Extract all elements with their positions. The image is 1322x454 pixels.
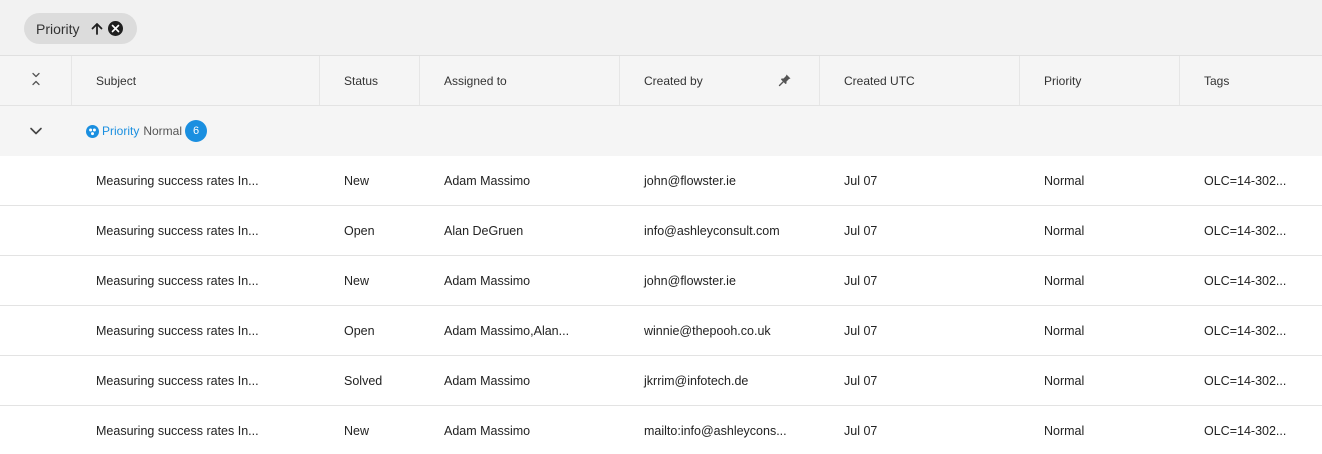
cell-assigned-to: Adam Massimo [444, 374, 531, 388]
cell-tags: OLC=14-302... [1204, 174, 1287, 188]
cell-created-utc: Jul 07 [844, 424, 878, 438]
arrow-up-icon[interactable] [90, 22, 104, 36]
cell-tags: OLC=14-302... [1204, 424, 1287, 438]
chevron-down-icon[interactable] [28, 123, 44, 139]
group-field: Priority [102, 124, 140, 138]
column-header-label: Assigned to [444, 73, 507, 88]
column-header-label: Tags [1204, 73, 1230, 88]
cell-created-by: mailto:info@ashleycons... [644, 424, 787, 438]
column-header-label: Status [344, 73, 379, 88]
group-icon [86, 124, 99, 138]
cell-priority: Normal [1044, 424, 1085, 438]
cell-tags: OLC=14-302... [1204, 324, 1287, 338]
cell-subject: Measuring success rates In... [96, 424, 259, 438]
column-header-label: Priority [1044, 73, 1082, 88]
cell-subject: Measuring success rates In... [96, 324, 259, 338]
cell-created-by: john@flowster.ie [644, 174, 736, 188]
cell-priority: Normal [1044, 224, 1085, 238]
cell-created-utc: Jul 07 [844, 224, 878, 238]
column-header-label: Created by [644, 73, 703, 88]
cell-tags: OLC=14-302... [1204, 274, 1287, 288]
cell-status: New [344, 174, 370, 188]
pin-icon[interactable] [778, 73, 792, 87]
group-row: Priority Normal 6 [0, 106, 1322, 156]
cell-assigned-to: Adam Massimo [444, 174, 531, 188]
cell-subject: Measuring success rates In... [96, 174, 259, 188]
table-row[interactable]: Measuring success rates In... Solved Adam … [0, 356, 1322, 406]
cell-assigned-to: Adam Massimo [444, 274, 531, 288]
column-header-assigned-to[interactable]: Assigned to [420, 56, 620, 105]
chip-label: Priority [36, 20, 80, 37]
cell-tags: OLC=14-302... [1204, 374, 1287, 388]
group-count-badge: 6 [185, 120, 208, 142]
close-circle-icon[interactable] [107, 21, 123, 36]
grouping-toolbar: Priority [0, 0, 1322, 56]
cell-status: New [344, 274, 370, 288]
cell-created-utc: Jul 07 [844, 174, 878, 188]
cell-priority: Normal [1044, 324, 1085, 338]
table-row[interactable]: Measuring success rates In... New Adam Mas… [0, 256, 1322, 306]
table-row[interactable]: Measuring success rates In... New Adam Mas… [0, 156, 1322, 206]
cell-assigned-to: Adam Massimo,Alan... [444, 324, 570, 338]
group-value: Normal [143, 124, 183, 138]
cell-created-utc: Jul 07 [844, 374, 878, 388]
cell-assigned-to: Adam Massimo [444, 424, 531, 438]
group-label: Priority Normal 6 [86, 106, 208, 156]
column-header-created-utc[interactable]: Created UTC [820, 56, 1020, 105]
cell-subject: Measuring success rates In... [96, 374, 259, 388]
column-header-created-by[interactable]: Created by [620, 56, 820, 105]
table-row[interactable]: Measuring success rates In... Open Adam Ma… [0, 306, 1322, 356]
cell-subject: Measuring success rates In... [96, 274, 259, 288]
column-header-subject[interactable]: Subject [72, 56, 320, 105]
column-header-status[interactable]: Status [320, 56, 420, 105]
table-row[interactable]: Measuring success rates In... New Adam Mas… [0, 406, 1322, 454]
column-header-label: Subject [96, 73, 137, 88]
cell-status: Open [344, 224, 375, 238]
cell-created-utc: Jul 07 [844, 324, 878, 338]
cell-priority: Normal [1044, 274, 1085, 288]
cell-assigned-to: Alan DeGruen [444, 224, 524, 238]
cell-created-utc: Jul 07 [844, 274, 878, 288]
grid-body: Measuring success rates In... New Adam Mas… [0, 156, 1322, 454]
cell-created-by: john@flowster.ie [644, 274, 736, 288]
cell-tags: OLC=14-302... [1204, 224, 1287, 238]
cell-created-by: winnie@thepooh.co.uk [644, 324, 771, 338]
cell-created-by: info@ashleyconsult.com [644, 224, 780, 238]
cell-priority: Normal [1044, 374, 1085, 388]
column-header-tags[interactable]: Tags [1180, 56, 1322, 105]
collapse-all-button[interactable] [0, 56, 72, 105]
cell-created-by: jkrrim@infotech.de [644, 374, 749, 388]
priority-sort-chip[interactable]: Priority [24, 13, 137, 44]
collapse-all-icon [31, 72, 41, 89]
cell-priority: Normal [1044, 174, 1085, 188]
column-header-priority[interactable]: Priority [1020, 56, 1180, 105]
table-row[interactable]: Measuring success rates In... Open Alan De… [0, 206, 1322, 256]
cell-subject: Measuring success rates In... [96, 224, 259, 238]
cell-status: Solved [344, 374, 383, 388]
column-header-label: Created UTC [844, 73, 915, 88]
cell-status: New [344, 424, 370, 438]
grid-header: Subject Status Assigned to Created by Cr… [0, 56, 1322, 106]
cell-status: Open [344, 324, 375, 338]
